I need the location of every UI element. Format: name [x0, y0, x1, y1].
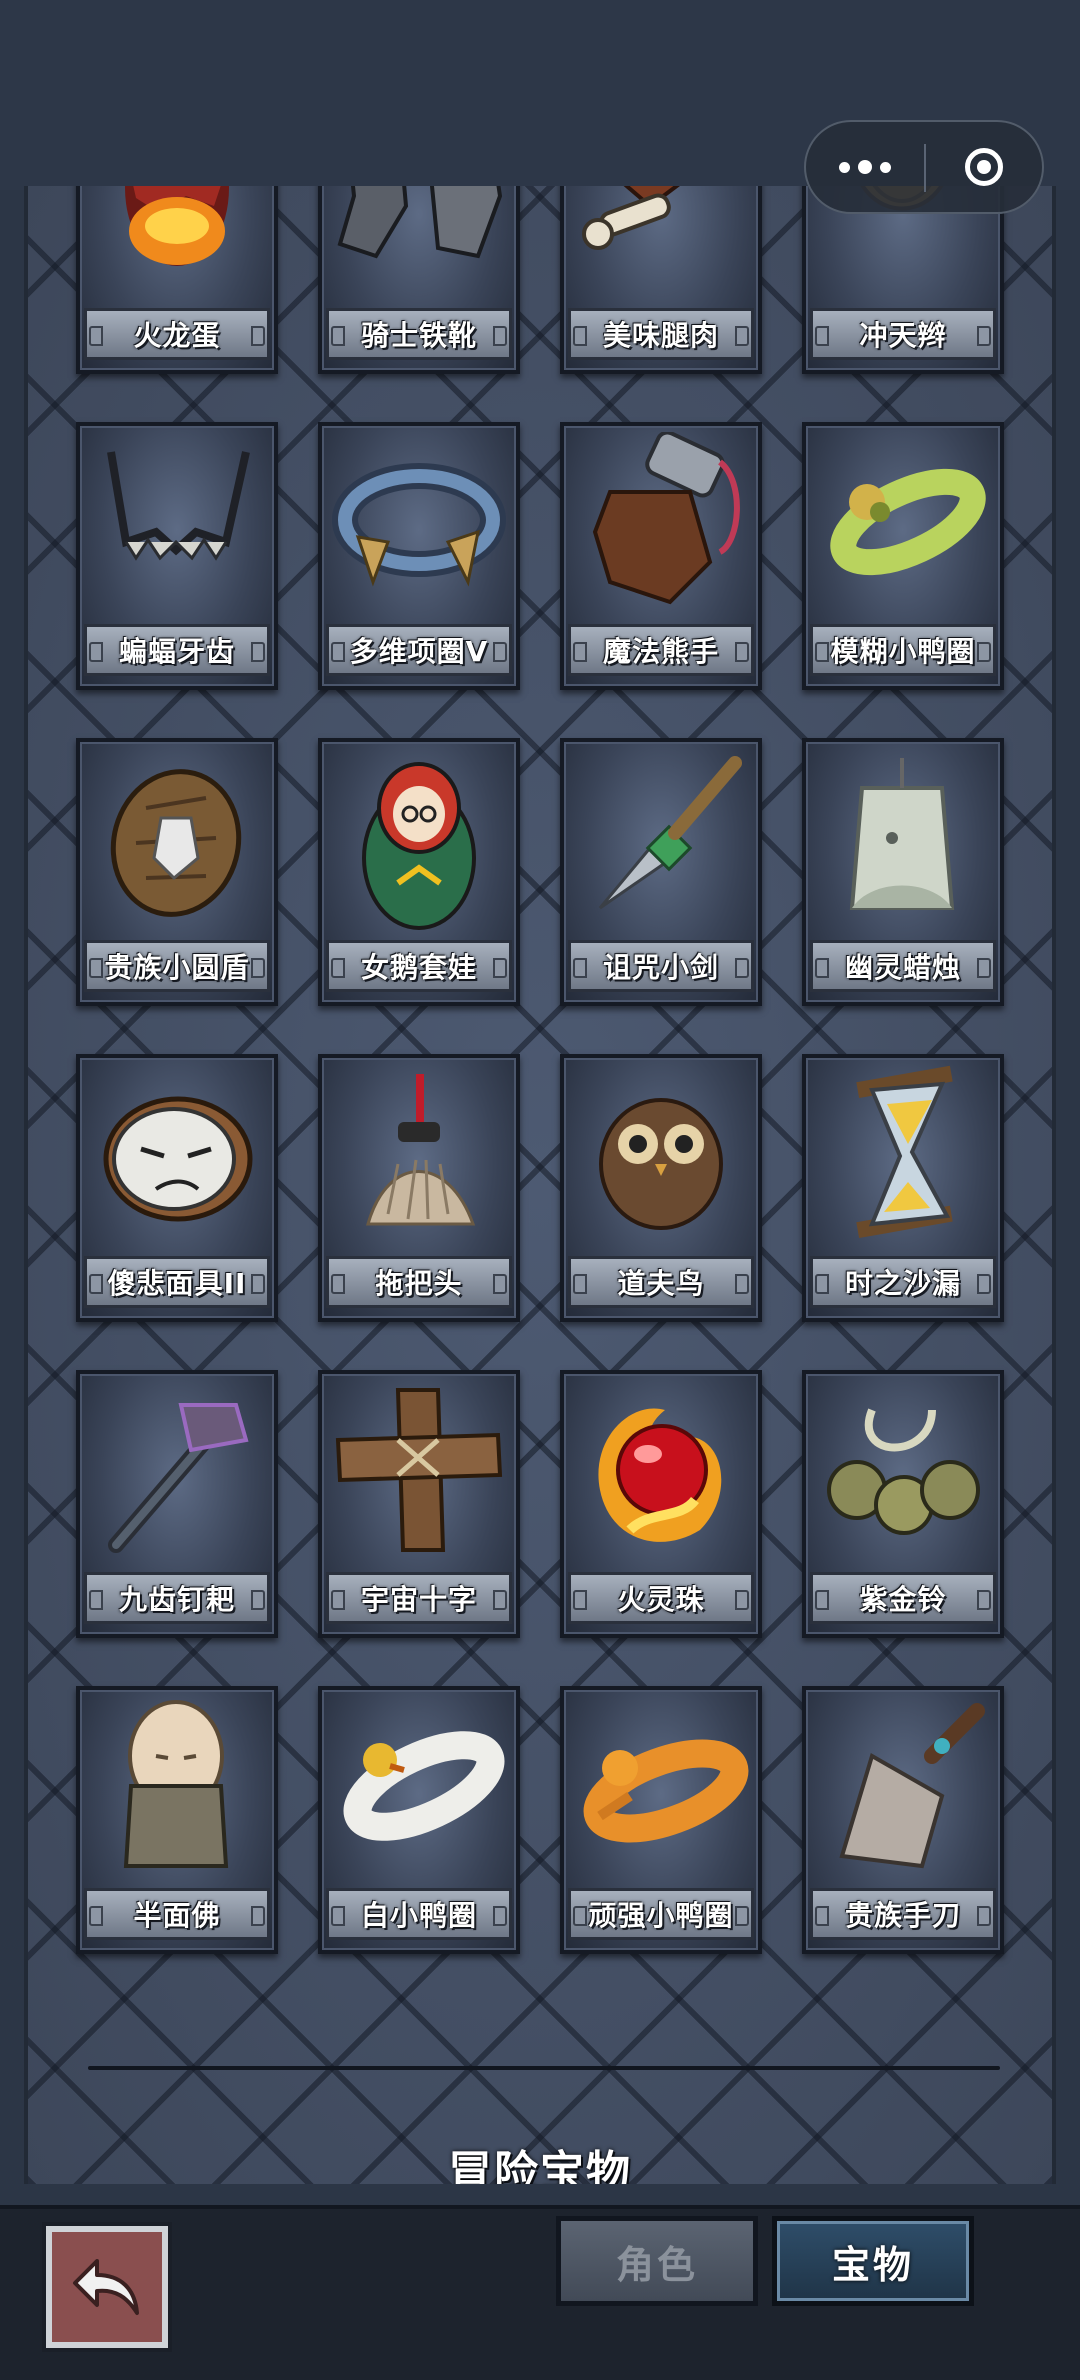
treasure-name: 道夫鸟	[568, 1256, 754, 1308]
treasure-name: 火灵珠	[568, 1572, 754, 1624]
treasure-card[interactable]: 骑士铁靴	[318, 186, 520, 374]
purple-gold-bells-icon	[827, 1408, 980, 1535]
ghost-candle-icon	[849, 758, 955, 910]
treasure-card[interactable]: 拖把头	[318, 1054, 520, 1322]
treasure-card[interactable]: 火灵珠	[560, 1370, 762, 1638]
lava-egg-icon	[125, 186, 229, 266]
half-buddha-icon	[123, 1700, 229, 1868]
matryoshka-doll-icon	[362, 762, 476, 930]
cleaver-icon	[839, 1703, 985, 1869]
treasure-card[interactable]: 半面佛	[76, 1686, 278, 1954]
treasure-grid: 火龙蛋 骑士铁靴 美味腿肉 冲天辫蝙蝠牙齿 多维项圈V 魔法熊手 模糊小鸭圈贵族小圆盾 女鹅套…	[76, 186, 1036, 2006]
meat-leg-icon	[582, 186, 680, 250]
orange-duck-ring-icon	[583, 1739, 749, 1843]
section-title: 冒险宝物	[448, 2147, 632, 2184]
treasure-name: 拖把头	[326, 1256, 512, 1308]
treasure-name: 半面佛	[84, 1888, 270, 1940]
treasure-card[interactable]: 时之沙漏	[802, 1054, 1004, 1322]
treasure-card[interactable]: 贵族小圆盾	[76, 738, 278, 1006]
treasure-name: 宇宙十字	[326, 1572, 512, 1624]
treasure-name: 诅咒小剑	[568, 940, 754, 992]
wooden-cross-icon	[335, 1388, 503, 1552]
treasure-name: 骑士铁靴	[326, 308, 512, 360]
treasure-card[interactable]: 蝙蝠牙齿	[76, 422, 278, 690]
treasure-name: 美味腿肉	[568, 308, 754, 360]
treasure-card[interactable]: 幽灵蜡烛	[802, 738, 1004, 1006]
treasure-card[interactable]: 宇宙十字	[318, 1370, 520, 1638]
treasure-card[interactable]: 火龙蛋	[76, 186, 278, 374]
treasure-name: 冲天辫	[810, 308, 996, 360]
treasure-name: 女鹅套娃	[326, 940, 512, 992]
back-button[interactable]	[46, 2226, 168, 2348]
mini-program-capsule	[804, 120, 1044, 214]
treasure-card[interactable]: 顽强小鸭圈	[560, 1686, 762, 1954]
treasure-card[interactable]: 模糊小鸭圈	[802, 422, 1004, 690]
treasure-card[interactable]: 九齿钉耙	[76, 1370, 278, 1638]
treasure-card[interactable]: 女鹅套娃	[318, 738, 520, 1006]
white-duck-ring-icon	[343, 1731, 505, 1841]
treasure-name: 火龙蛋	[84, 308, 270, 360]
treasure-card[interactable]: 傻悲面具II	[76, 1054, 278, 1322]
nine-tooth-rake-icon	[108, 1403, 249, 1553]
bear-paw-icon	[592, 432, 740, 605]
treasure-card[interactable]: 紫金铃	[802, 1370, 1004, 1638]
treasure-card[interactable]: 白小鸭圈	[318, 1686, 520, 1954]
owl-icon	[599, 1098, 723, 1230]
treasure-name: 傻悲面具II	[84, 1256, 270, 1308]
divider	[88, 2066, 1000, 2070]
treasure-name: 白小鸭圈	[326, 1888, 512, 1940]
treasure-card[interactable]: 美味腿肉	[560, 186, 762, 374]
target-circle-icon[interactable]	[926, 122, 1042, 212]
tab-role[interactable]: 角色	[556, 2216, 758, 2306]
treasure-card[interactable]: 道夫鸟	[560, 1054, 762, 1322]
blurry-duck-ring-icon	[830, 468, 986, 576]
treasure-card[interactable]: 多维项圈V	[318, 422, 520, 690]
treasure-name: 魔法熊手	[568, 624, 754, 676]
mop-head-icon	[366, 1074, 476, 1226]
treasure-card[interactable]: 诅咒小剑	[560, 738, 762, 1006]
collar-icon	[332, 463, 506, 587]
hourglass-icon	[856, 1065, 953, 1239]
more-dots-icon[interactable]	[806, 122, 924, 212]
treasure-name: 顽强小鸭圈	[568, 1888, 754, 1940]
cursed-dagger-icon	[598, 756, 742, 910]
treasure-name: 紫金铃	[810, 1572, 996, 1624]
treasure-card[interactable]: 贵族手刀	[802, 1686, 1004, 1954]
iron-boots-icon	[337, 186, 503, 259]
sad-mask-icon	[103, 1096, 253, 1222]
tab-treasure[interactable]: 宝物	[772, 2216, 974, 2306]
treasure-name: 时之沙漏	[810, 1256, 996, 1308]
treasure-name: 幽灵蜡烛	[810, 940, 996, 992]
treasure-name: 九齿钉耙	[84, 1572, 270, 1624]
fire-orb-icon	[598, 1408, 722, 1542]
treasure-card[interactable]: 冲天辫	[802, 186, 1004, 374]
treasure-name: 贵族手刀	[810, 1888, 996, 1940]
treasure-name: 多维项圈V	[326, 624, 512, 676]
treasure-name: 模糊小鸭圈	[810, 624, 996, 676]
bat-fangs-icon	[107, 451, 250, 561]
treasure-card[interactable]: 魔法熊手	[560, 422, 762, 690]
round-shield-icon	[110, 769, 242, 917]
treasure-name: 贵族小圆盾	[84, 940, 270, 992]
treasure-panel: 火龙蛋 骑士铁靴 美味腿肉 冲天辫蝙蝠牙齿 多维项圈V 魔法熊手 模糊小鸭圈贵族小圆盾 女鹅套…	[24, 186, 1056, 2184]
back-arrow-icon	[73, 2259, 139, 2315]
treasure-name: 蝙蝠牙齿	[84, 624, 270, 676]
